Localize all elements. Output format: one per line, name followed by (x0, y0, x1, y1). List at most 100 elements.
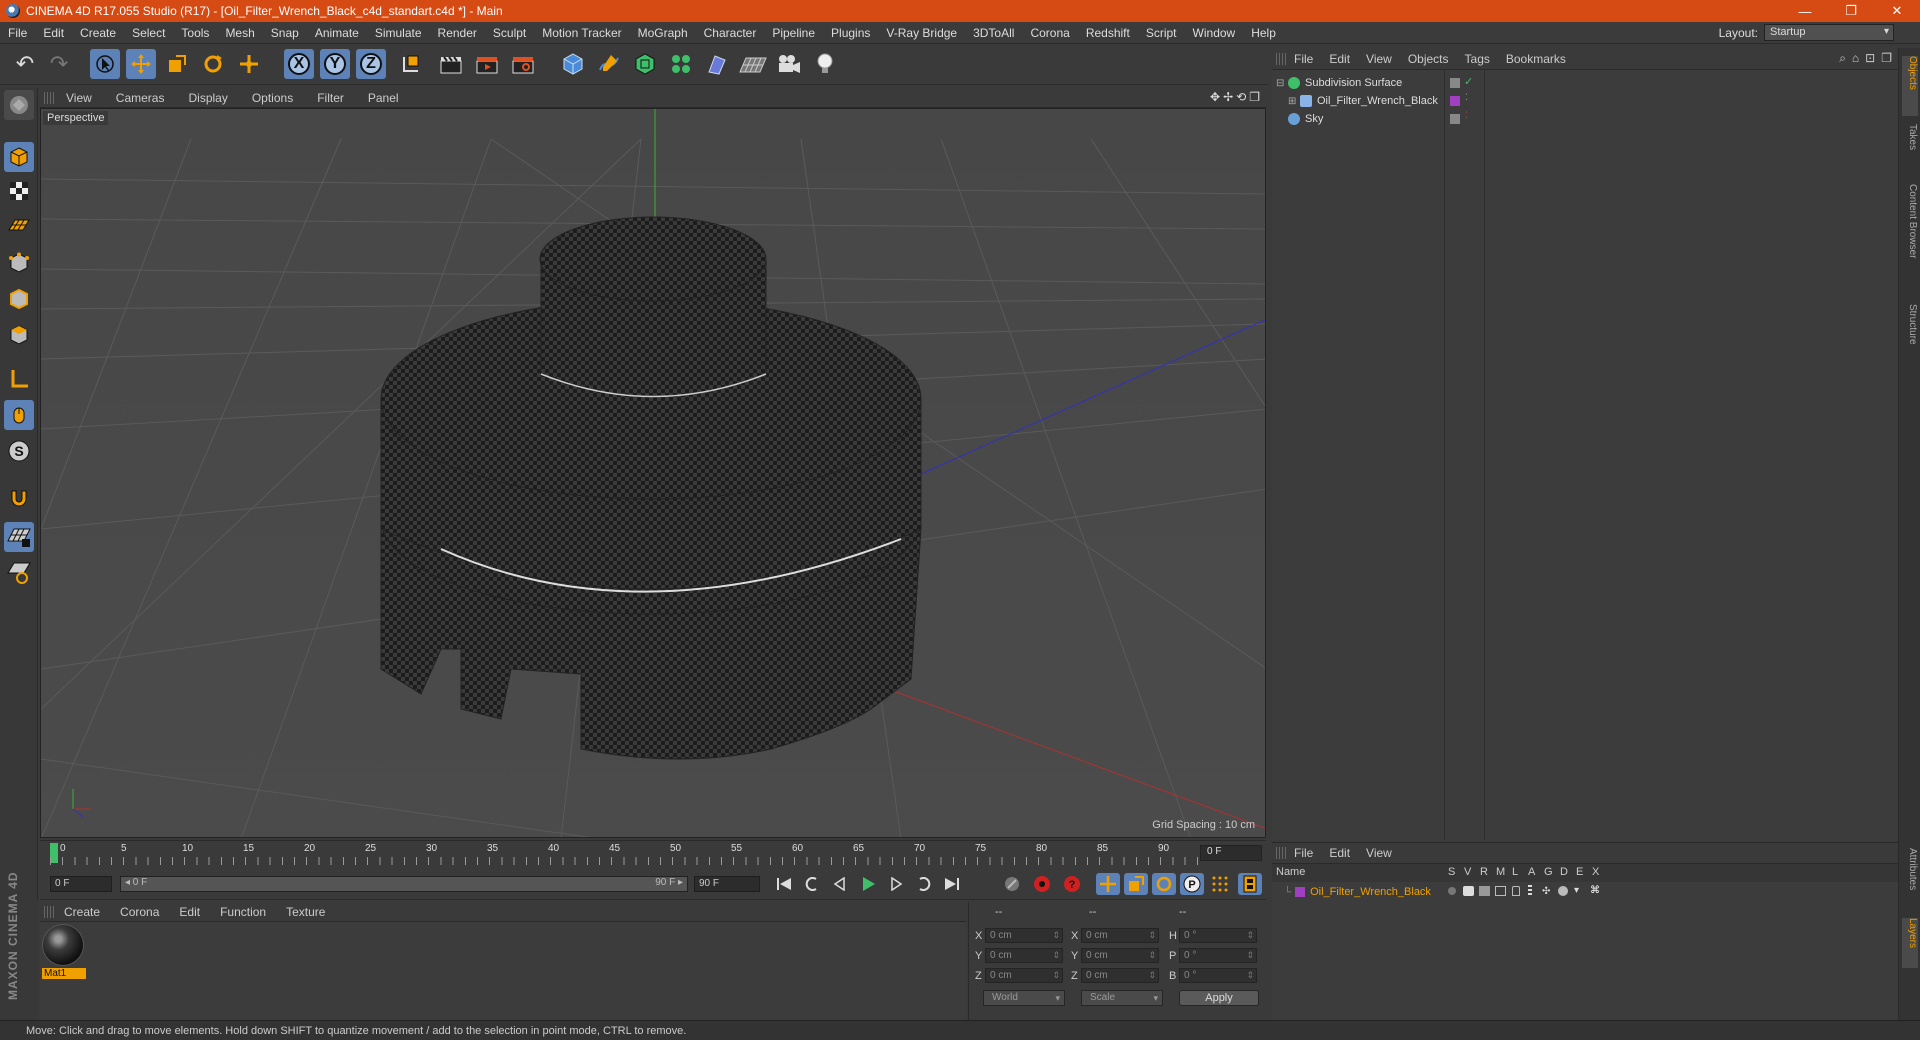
close-button[interactable]: ✕ (1874, 0, 1920, 22)
menu-sculpt[interactable]: Sculpt (485, 26, 534, 40)
material-menu-function[interactable]: Function (210, 905, 276, 919)
y-axis-toggle[interactable]: Y (320, 49, 350, 79)
lock-icon[interactable] (1512, 886, 1520, 896)
visibility-dots-icon[interactable]: ⁚ (1465, 92, 1468, 103)
x-axis-toggle[interactable]: X (284, 49, 314, 79)
column-view[interactable]: V (1464, 866, 1471, 878)
position-z-field[interactable]: 0 cm (985, 968, 1063, 983)
toggle-view-icon[interactable]: ❐ (1249, 90, 1260, 104)
menu-mograph[interactable]: MoGraph (630, 26, 696, 40)
menu-tools[interactable]: Tools (173, 26, 217, 40)
key-pla-button[interactable] (1208, 873, 1232, 895)
redo-button[interactable]: ↷ (44, 49, 74, 79)
viewport-camera-label[interactable]: Perspective (43, 111, 109, 125)
viewport-menu-filter[interactable]: Filter (305, 91, 356, 105)
position-y-field[interactable]: 0 cm (985, 948, 1063, 963)
material-menu-texture[interactable]: Texture (276, 905, 335, 919)
edges-mode-button[interactable] (4, 284, 34, 314)
rotate-tool[interactable] (198, 49, 228, 79)
layout-dropdown[interactable]: Startup (1764, 24, 1894, 41)
minimize-button[interactable]: — (1782, 0, 1828, 22)
record-active-objects-button[interactable] (1030, 873, 1054, 895)
material-item[interactable]: Mat1 (42, 924, 86, 979)
add-cube-button[interactable] (558, 49, 588, 79)
menu-select[interactable]: Select (124, 26, 173, 40)
manager-icon[interactable] (1495, 886, 1506, 896)
tab-takes[interactable]: Takes (1902, 124, 1918, 174)
size-x-field[interactable]: 0 cm (1081, 928, 1159, 943)
timeline-ruler[interactable]: 0 5 10 15 20 25 30 35 40 45 50 55 60 65 … (40, 840, 1266, 866)
layer-tag-icon[interactable] (1450, 114, 1460, 124)
object-row-oil-filter-wrench-black[interactable]: ⊞ Oil_Filter_Wrench_Black ⁚ (1272, 92, 1898, 110)
solo-toggle-icon[interactable] (1448, 887, 1456, 895)
add-spline-button[interactable] (594, 49, 624, 79)
menu-3dtoall[interactable]: 3DToAll (965, 26, 1022, 40)
panel-grip[interactable] (44, 905, 54, 918)
viewport-menu-view[interactable]: View (54, 91, 104, 105)
next-frame-button[interactable] (884, 873, 908, 895)
column-manager[interactable]: M (1496, 866, 1505, 878)
scale-tool[interactable] (162, 49, 192, 79)
key-scale-button[interactable] (1124, 873, 1148, 895)
orbit-view-icon[interactable]: ⟲ (1236, 90, 1246, 104)
workplane-lock-button[interactable] (4, 522, 34, 552)
timeline-window-button[interactable] (1238, 873, 1262, 895)
motion-record-button[interactable] (1000, 873, 1024, 895)
layer-menu-edit[interactable]: Edit (1321, 846, 1358, 860)
end-frame-field[interactable]: 90 F (694, 876, 760, 892)
menu-mesh[interactable]: Mesh (217, 26, 262, 40)
maximize-button[interactable]: ❐ (1828, 0, 1874, 22)
column-expressions[interactable]: E (1576, 866, 1583, 878)
object-menu-file[interactable]: File (1286, 52, 1321, 66)
move-tool[interactable] (126, 49, 156, 79)
add-mograph-button[interactable] (666, 49, 696, 79)
menu-corona[interactable]: Corona (1022, 26, 1077, 40)
previous-key-button[interactable] (800, 873, 824, 895)
tweak-mode-button[interactable] (4, 400, 34, 430)
eye-icon[interactable] (1463, 886, 1474, 896)
current-frame-field[interactable]: 0 F (1200, 845, 1262, 861)
object-row-subdivision-surface[interactable]: ⊟ Subdivision Surface ✓ (1272, 74, 1898, 92)
home-icon[interactable]: ⌂ (1852, 51, 1859, 66)
tab-objects[interactable]: Objects (1902, 56, 1918, 116)
menu-script[interactable]: Script (1138, 26, 1185, 40)
menu-simulate[interactable]: Simulate (367, 26, 430, 40)
render-settings-button[interactable] (508, 49, 538, 79)
go-to-end-button[interactable] (940, 873, 964, 895)
expression-icon[interactable]: ▾ (1574, 885, 1579, 896)
viewport-menu-panel[interactable]: Panel (356, 91, 411, 105)
snap-button[interactable] (4, 484, 34, 514)
object-menu-edit[interactable]: Edit (1321, 52, 1358, 66)
key-parameter-button[interactable]: P (1180, 873, 1204, 895)
film-icon[interactable] (1528, 885, 1532, 897)
enabled-check-icon[interactable]: ✓ (1464, 75, 1473, 88)
start-frame-field[interactable]: 0 F (50, 876, 112, 892)
menu-character[interactable]: Character (696, 26, 765, 40)
render-picture-viewer-button[interactable] (472, 49, 502, 79)
material-menu-create[interactable]: Create (54, 905, 110, 919)
render-icon[interactable] (1479, 886, 1490, 896)
layer-menu-view[interactable]: View (1358, 846, 1400, 860)
polygons-mode-button[interactable] (4, 320, 34, 350)
tab-attributes[interactable]: Attributes (1902, 848, 1918, 908)
live-selection-tool[interactable] (90, 49, 120, 79)
play-button[interactable] (856, 873, 880, 895)
panel-grip[interactable] (44, 91, 54, 104)
layer-menu-file[interactable]: File (1286, 846, 1321, 860)
layer-tag-icon[interactable] (1450, 78, 1460, 88)
coordinate-mode-dropdown[interactable]: World (983, 990, 1065, 1006)
column-solo[interactable]: S (1448, 866, 1455, 878)
layer-color-swatch[interactable] (1295, 887, 1306, 897)
layer-color-swatch[interactable] (1450, 96, 1460, 106)
menu-vray-bridge[interactable]: V-Ray Bridge (878, 26, 965, 40)
rotation-h-field[interactable]: 0 ° (1179, 928, 1257, 943)
next-key-button[interactable] (912, 873, 936, 895)
undo-button[interactable]: ↶ (10, 49, 40, 79)
key-rotation-button[interactable] (1152, 873, 1176, 895)
make-editable-button[interactable] (4, 90, 34, 120)
add-deformer-button[interactable] (702, 49, 732, 79)
panel-grip[interactable] (1276, 847, 1286, 859)
viewport-menu-cameras[interactable]: Cameras (104, 91, 177, 105)
locked-workplane-button[interactable] (4, 558, 34, 588)
xref-icon[interactable]: ⌘ (1590, 885, 1600, 896)
